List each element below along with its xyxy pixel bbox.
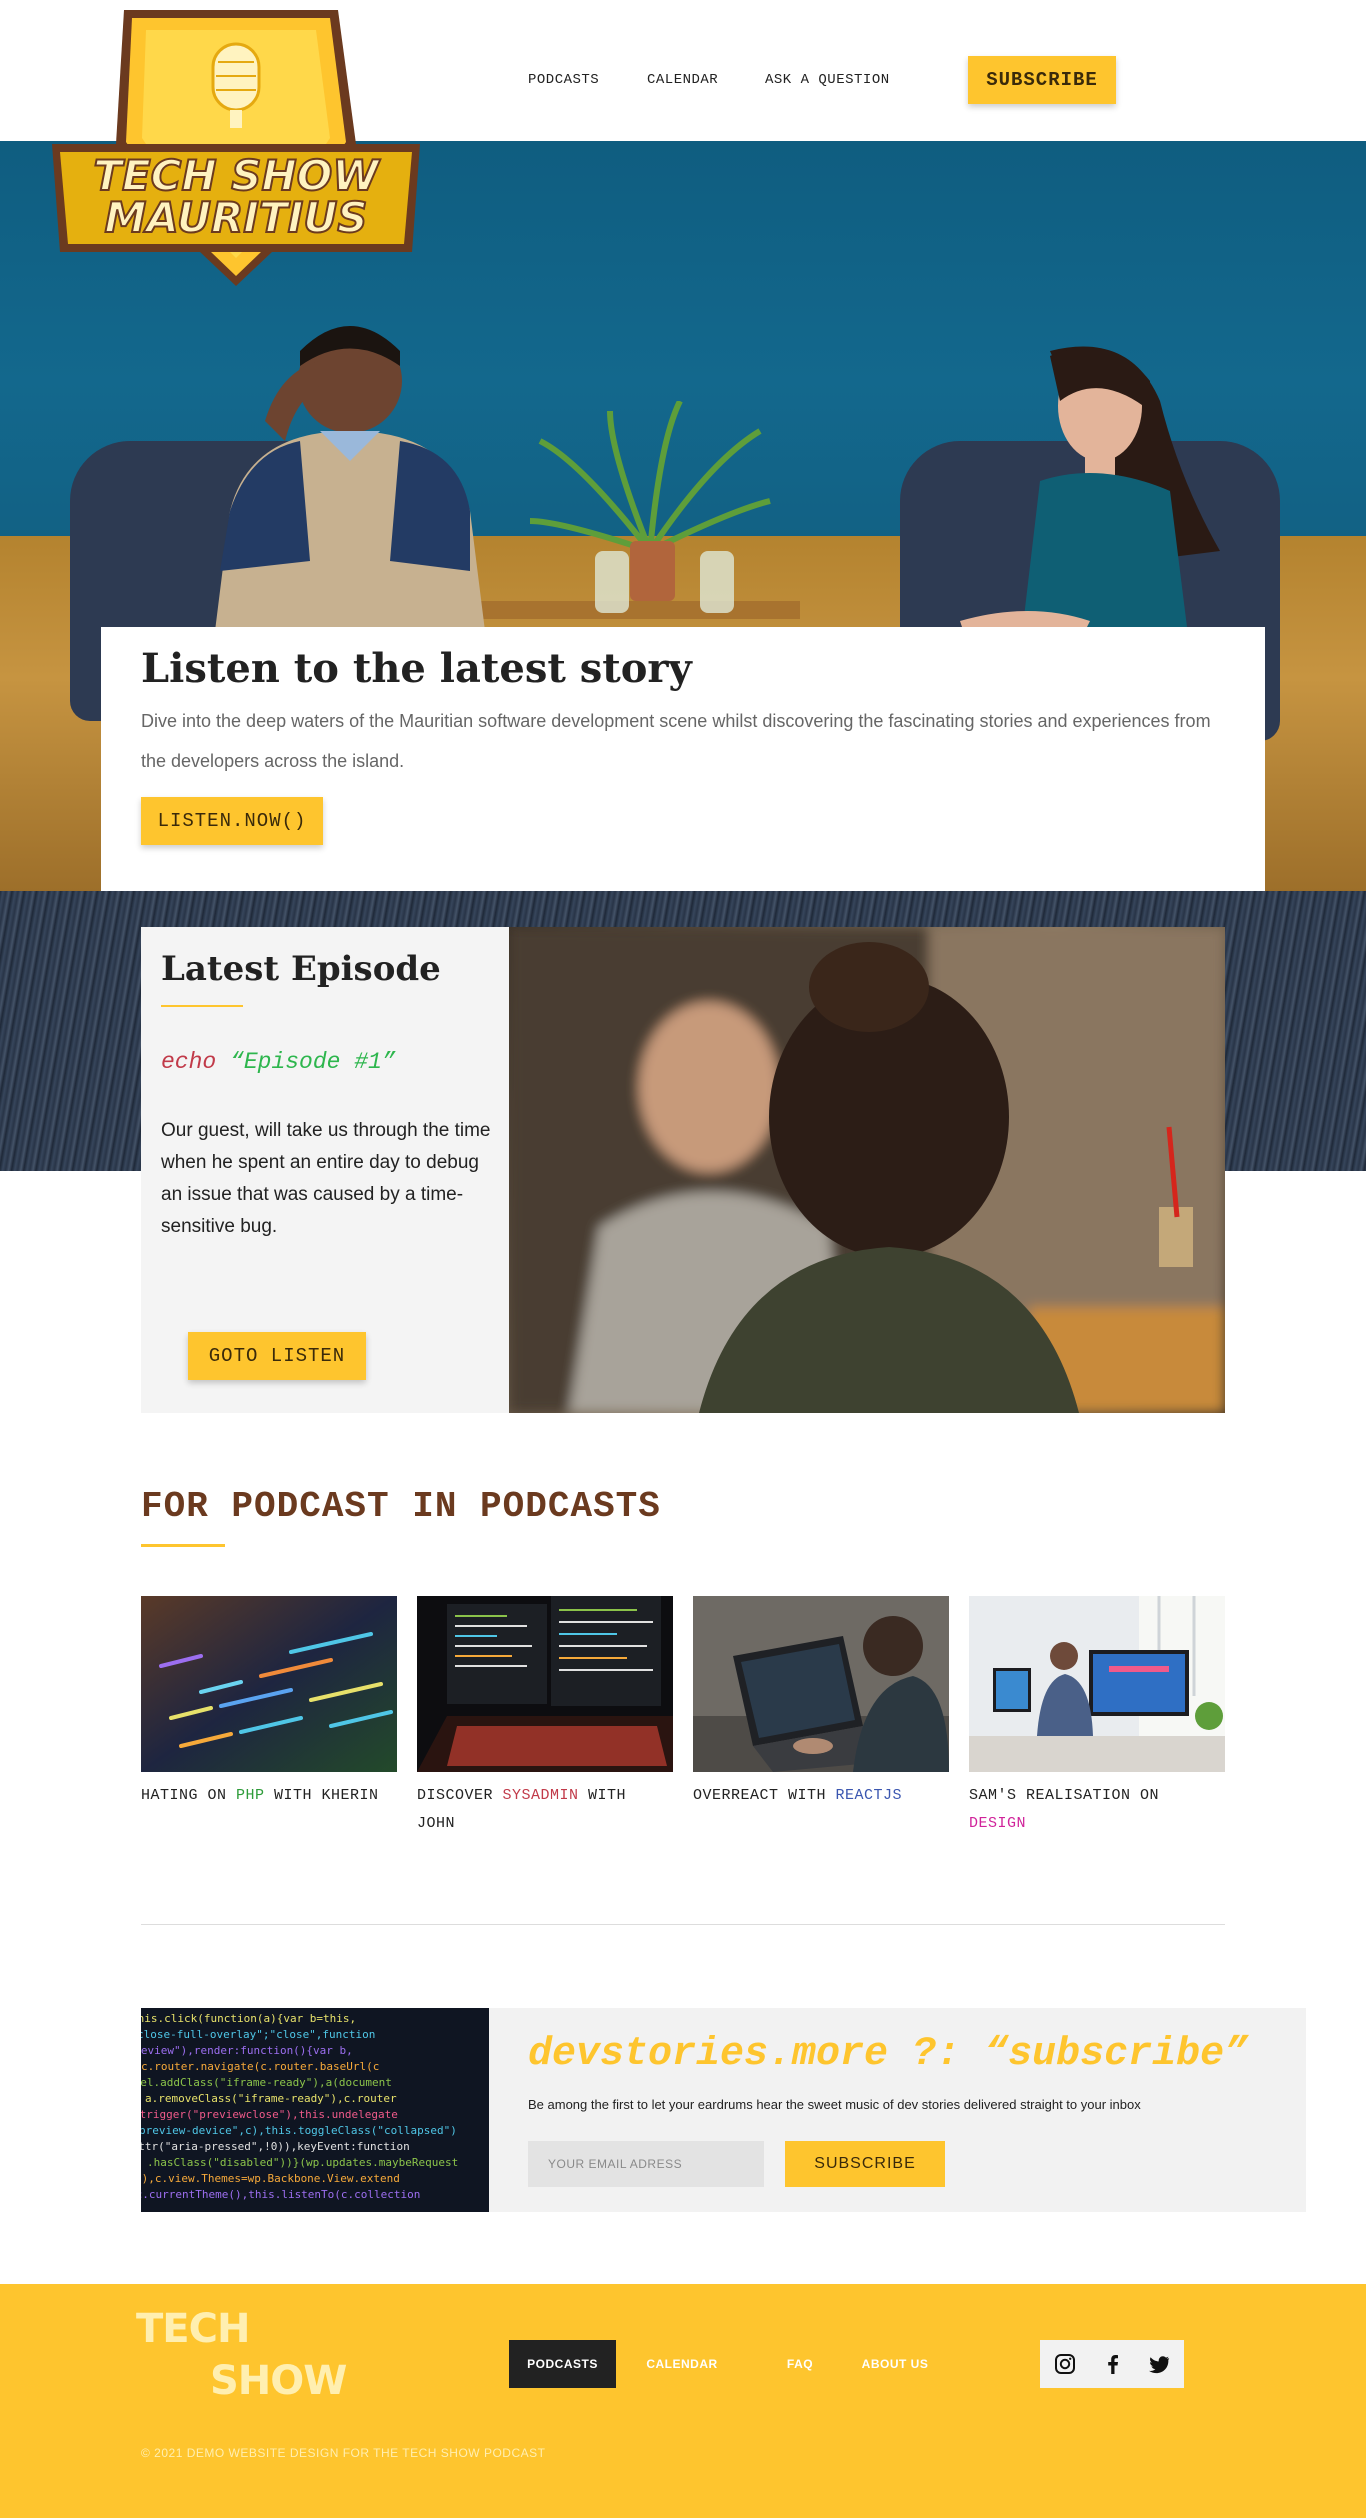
episode-photo bbox=[509, 927, 1225, 1413]
hero-card: Listen to the latest story Dive into the… bbox=[101, 627, 1265, 891]
latest-episode-card: Latest Episode echo “Episode #1” Our gue… bbox=[141, 927, 1225, 1413]
svg-text:preview-device",c),this.toggle: preview-device",c),this.toggleClass("col… bbox=[141, 2124, 457, 2137]
goto-listen-button[interactable]: GOTO LISTEN bbox=[188, 1332, 366, 1380]
episode-code-keyword: echo bbox=[161, 1049, 217, 1075]
episode-description: Our guest, will take us through the time… bbox=[161, 1120, 491, 1237]
podcast-tag-design: DESIGN bbox=[969, 1815, 1027, 1832]
svg-text:this.click(function(a){var b=t: this.click(function(a){var b=this, bbox=[141, 2012, 356, 2025]
podcasts-title-underline bbox=[141, 1544, 225, 1547]
nav-podcasts[interactable]: PODCASTS bbox=[528, 72, 599, 88]
twitter-icon[interactable] bbox=[1148, 2353, 1170, 2375]
newsletter-title: devstories.more ?: “subscribe” bbox=[528, 2032, 1249, 2077]
svg-text:c.router.navigate(c.router.bas: c.router.navigate(c.router.baseUrl(c bbox=[141, 2060, 379, 2073]
svg-text:.del.addClass("iframe-ready"),: .del.addClass("iframe-ready"),a(document bbox=[141, 2076, 392, 2089]
episode-code-line: echo “Episode #1” bbox=[161, 1049, 396, 1075]
facebook-icon[interactable] bbox=[1102, 2353, 1124, 2375]
podcasts-section-title: FOR PODCAST IN PODCASTS bbox=[141, 1486, 661, 1527]
footer-nav-faq[interactable]: FAQ bbox=[770, 2340, 830, 2388]
footer-nav-podcasts[interactable]: PODCASTS bbox=[509, 2340, 616, 2388]
tech-show-logo[interactable]: TECH SHOW MAURITIUS bbox=[46, 4, 426, 290]
svg-text:a.removeClass("iframe-ready"),: a.removeClass("iframe-ready"),c.router bbox=[145, 2092, 397, 2105]
newsletter-section: this.click(function(a){var b=this, close… bbox=[141, 2008, 1306, 2212]
podcast-card[interactable]: OVERREACT WITH REACTJS bbox=[693, 1596, 949, 1810]
podcast-card[interactable]: HATING ON PHP WITH KHERIN bbox=[141, 1596, 397, 1810]
man-figure bbox=[210, 326, 490, 671]
svg-text:.c.currentTheme(),this.listenT: .c.currentTheme(),this.listenTo(c.collec… bbox=[141, 2188, 420, 2201]
svg-text:.trigger("previewclose"),this.: .trigger("previewclose"),this.undelegate bbox=[141, 2108, 398, 2121]
podcast-tag-reactjs: REACTJS bbox=[835, 1787, 903, 1804]
podcast-label[interactable]: HATING ON PHP WITH KHERIN bbox=[141, 1782, 397, 1810]
footer-nav-calendar[interactable]: CALENDAR bbox=[630, 2340, 734, 2388]
site-footer: TECH SHOW PODCASTS CALENDAR FAQ ABOUT US… bbox=[0, 2284, 1366, 2518]
podcast-card[interactable]: SAM'S REALISATION ON DESIGN bbox=[969, 1596, 1225, 1838]
svg-text:.attr("aria-pressed",!0)),keyE: .attr("aria-pressed",!0)),keyEvent:funct… bbox=[141, 2140, 410, 2153]
logo-line2: MAURITIUS bbox=[104, 193, 367, 242]
instagram-icon[interactable] bbox=[1054, 2353, 1076, 2375]
newsletter-subscribe-button[interactable]: SUBSCRIBE bbox=[785, 2141, 945, 2187]
podcast-label[interactable]: SAM'S REALISATION ON DESIGN bbox=[969, 1782, 1225, 1838]
podcast-thumbnail-php[interactable] bbox=[141, 1596, 397, 1772]
podcast-thumbnail-sysadmin[interactable] bbox=[417, 1596, 673, 1772]
footer-logo-line1[interactable]: TECH bbox=[136, 2306, 250, 2352]
hero-description: Dive into the deep waters of the Mauriti… bbox=[141, 711, 1211, 771]
social-links bbox=[1040, 2340, 1184, 2388]
svg-text:.hasClass("disabled"))}(wp.upd: .hasClass("disabled"))}(wp.updates.maybe… bbox=[147, 2156, 458, 2169]
header-subscribe-button[interactable]: SUBSCRIBE bbox=[968, 56, 1116, 104]
episode-title-underline bbox=[161, 1005, 243, 1007]
footer-copyright: © 2021 DEMO WEBSITE DESIGN FOR THE TECH … bbox=[141, 2446, 546, 2460]
episode-code-string: “Episode #1” bbox=[230, 1049, 396, 1075]
plant-decoration bbox=[529, 401, 771, 613]
listen-now-button[interactable]: LISTEN.NOW() bbox=[141, 797, 323, 845]
podcast-thumbnail-design[interactable] bbox=[969, 1596, 1225, 1772]
section-divider bbox=[141, 1924, 1225, 1925]
newsletter-description: Be among the first to let your eardrums … bbox=[528, 2097, 1141, 2112]
podcast-tag-php: PHP bbox=[236, 1787, 265, 1804]
email-field[interactable] bbox=[528, 2141, 764, 2187]
newsletter-code-image: this.click(function(a){var b=this, close… bbox=[141, 2008, 489, 2212]
svg-text:close-full-overlay";"close",fu: close-full-overlay";"close",function bbox=[141, 2028, 375, 2041]
svg-text:"preview"),render:function(){v: "preview"),render:function(){var b, bbox=[141, 2044, 353, 2057]
footer-nav-about-us[interactable]: ABOUT US bbox=[852, 2340, 938, 2388]
podcast-tag-sysadmin: SYSADMIN bbox=[502, 1787, 579, 1804]
podcast-label[interactable]: DISCOVER SYSADMIN WITH JOHN bbox=[417, 1782, 673, 1838]
podcast-label[interactable]: OVERREACT WITH REACTJS bbox=[693, 1782, 949, 1810]
podcast-card[interactable]: DISCOVER SYSADMIN WITH JOHN bbox=[417, 1596, 673, 1838]
podcast-thumbnail-reactjs[interactable] bbox=[693, 1596, 949, 1772]
nav-ask-question[interactable]: ASK A QUESTION bbox=[765, 72, 890, 88]
footer-logo-line2[interactable]: SHOW bbox=[210, 2358, 347, 2404]
svg-text:i),c.view.Themes=wp.Backbone.V: i),c.view.Themes=wp.Backbone.View.extend bbox=[141, 2172, 400, 2185]
hero-title: Listen to the latest story bbox=[141, 645, 692, 692]
episode-title: Latest Episode bbox=[161, 949, 441, 989]
nav-calendar[interactable]: CALENDAR bbox=[647, 72, 718, 88]
